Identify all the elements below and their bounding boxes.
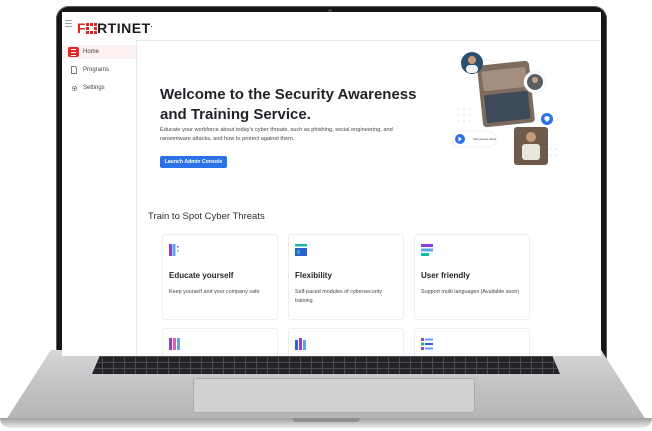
feature-card-flexibility[interactable]: Flexibility Self-paced modules of cybers…	[288, 234, 404, 320]
feature-card-5[interactable]	[288, 328, 404, 356]
laptop-screen: F RTINET. Home Programs Settings Welcome …	[62, 12, 601, 356]
section-title: Train to Spot Cyber Threats	[148, 211, 265, 222]
lid-notch	[292, 418, 360, 422]
touchpad	[193, 378, 475, 413]
sidebar-item-programs[interactable]: Programs	[62, 63, 136, 77]
card-description: Keep yourself and your company safe	[169, 289, 260, 295]
logo-grid-icon	[86, 23, 98, 34]
book-icon	[169, 244, 179, 256]
sidebar-item-label: Programs	[83, 67, 110, 73]
card-description: Support multi languages (Available soon)	[421, 289, 520, 295]
page-title: Welcome to the Security Awareness and Tr…	[160, 86, 417, 123]
hero-description: Educate your workforce about today's cyb…	[160, 127, 393, 142]
top-bar: F RTINET.	[62, 12, 601, 41]
sidebar: Home Programs Settings	[62, 40, 137, 356]
sidebar-item-home[interactable]: Home	[62, 45, 136, 59]
hero-collage-image	[451, 52, 557, 165]
card-title: Flexibility	[295, 271, 332, 280]
columns-icon	[169, 338, 180, 350]
document-icon	[71, 66, 77, 74]
preview-videos-label[interactable]: Start preview videos	[473, 138, 497, 141]
sidebar-item-label: Home	[83, 49, 100, 55]
home-icon	[68, 47, 79, 57]
layout-icon	[295, 244, 307, 256]
launch-admin-console-button[interactable]: Launch Admin Console	[160, 156, 227, 168]
feature-card-user-friendly[interactable]: User friendly Support multi languages (A…	[414, 234, 530, 320]
feature-card-6[interactable]	[414, 328, 530, 356]
sidebar-item-label: Settings	[83, 85, 105, 91]
sidebar-item-settings[interactable]: Settings	[62, 81, 136, 95]
checklist-icon	[421, 338, 433, 350]
fortinet-logo[interactable]: F RTINET.	[77, 18, 153, 36]
card-title: Educate yourself	[169, 271, 234, 280]
feature-card-4[interactable]	[162, 328, 278, 356]
menu-icon[interactable]	[65, 20, 72, 28]
main-content: Welcome to the Security Awareness and Tr…	[137, 41, 601, 356]
card-description: Self-paced modules of cybersecurity trai…	[295, 289, 382, 304]
list-icon	[421, 244, 433, 256]
card-title: User friendly	[421, 271, 470, 280]
columns-icon	[295, 338, 306, 350]
gear-icon	[71, 85, 78, 92]
feature-card-educate[interactable]: Educate yourself Keep yourself and your …	[162, 234, 278, 320]
